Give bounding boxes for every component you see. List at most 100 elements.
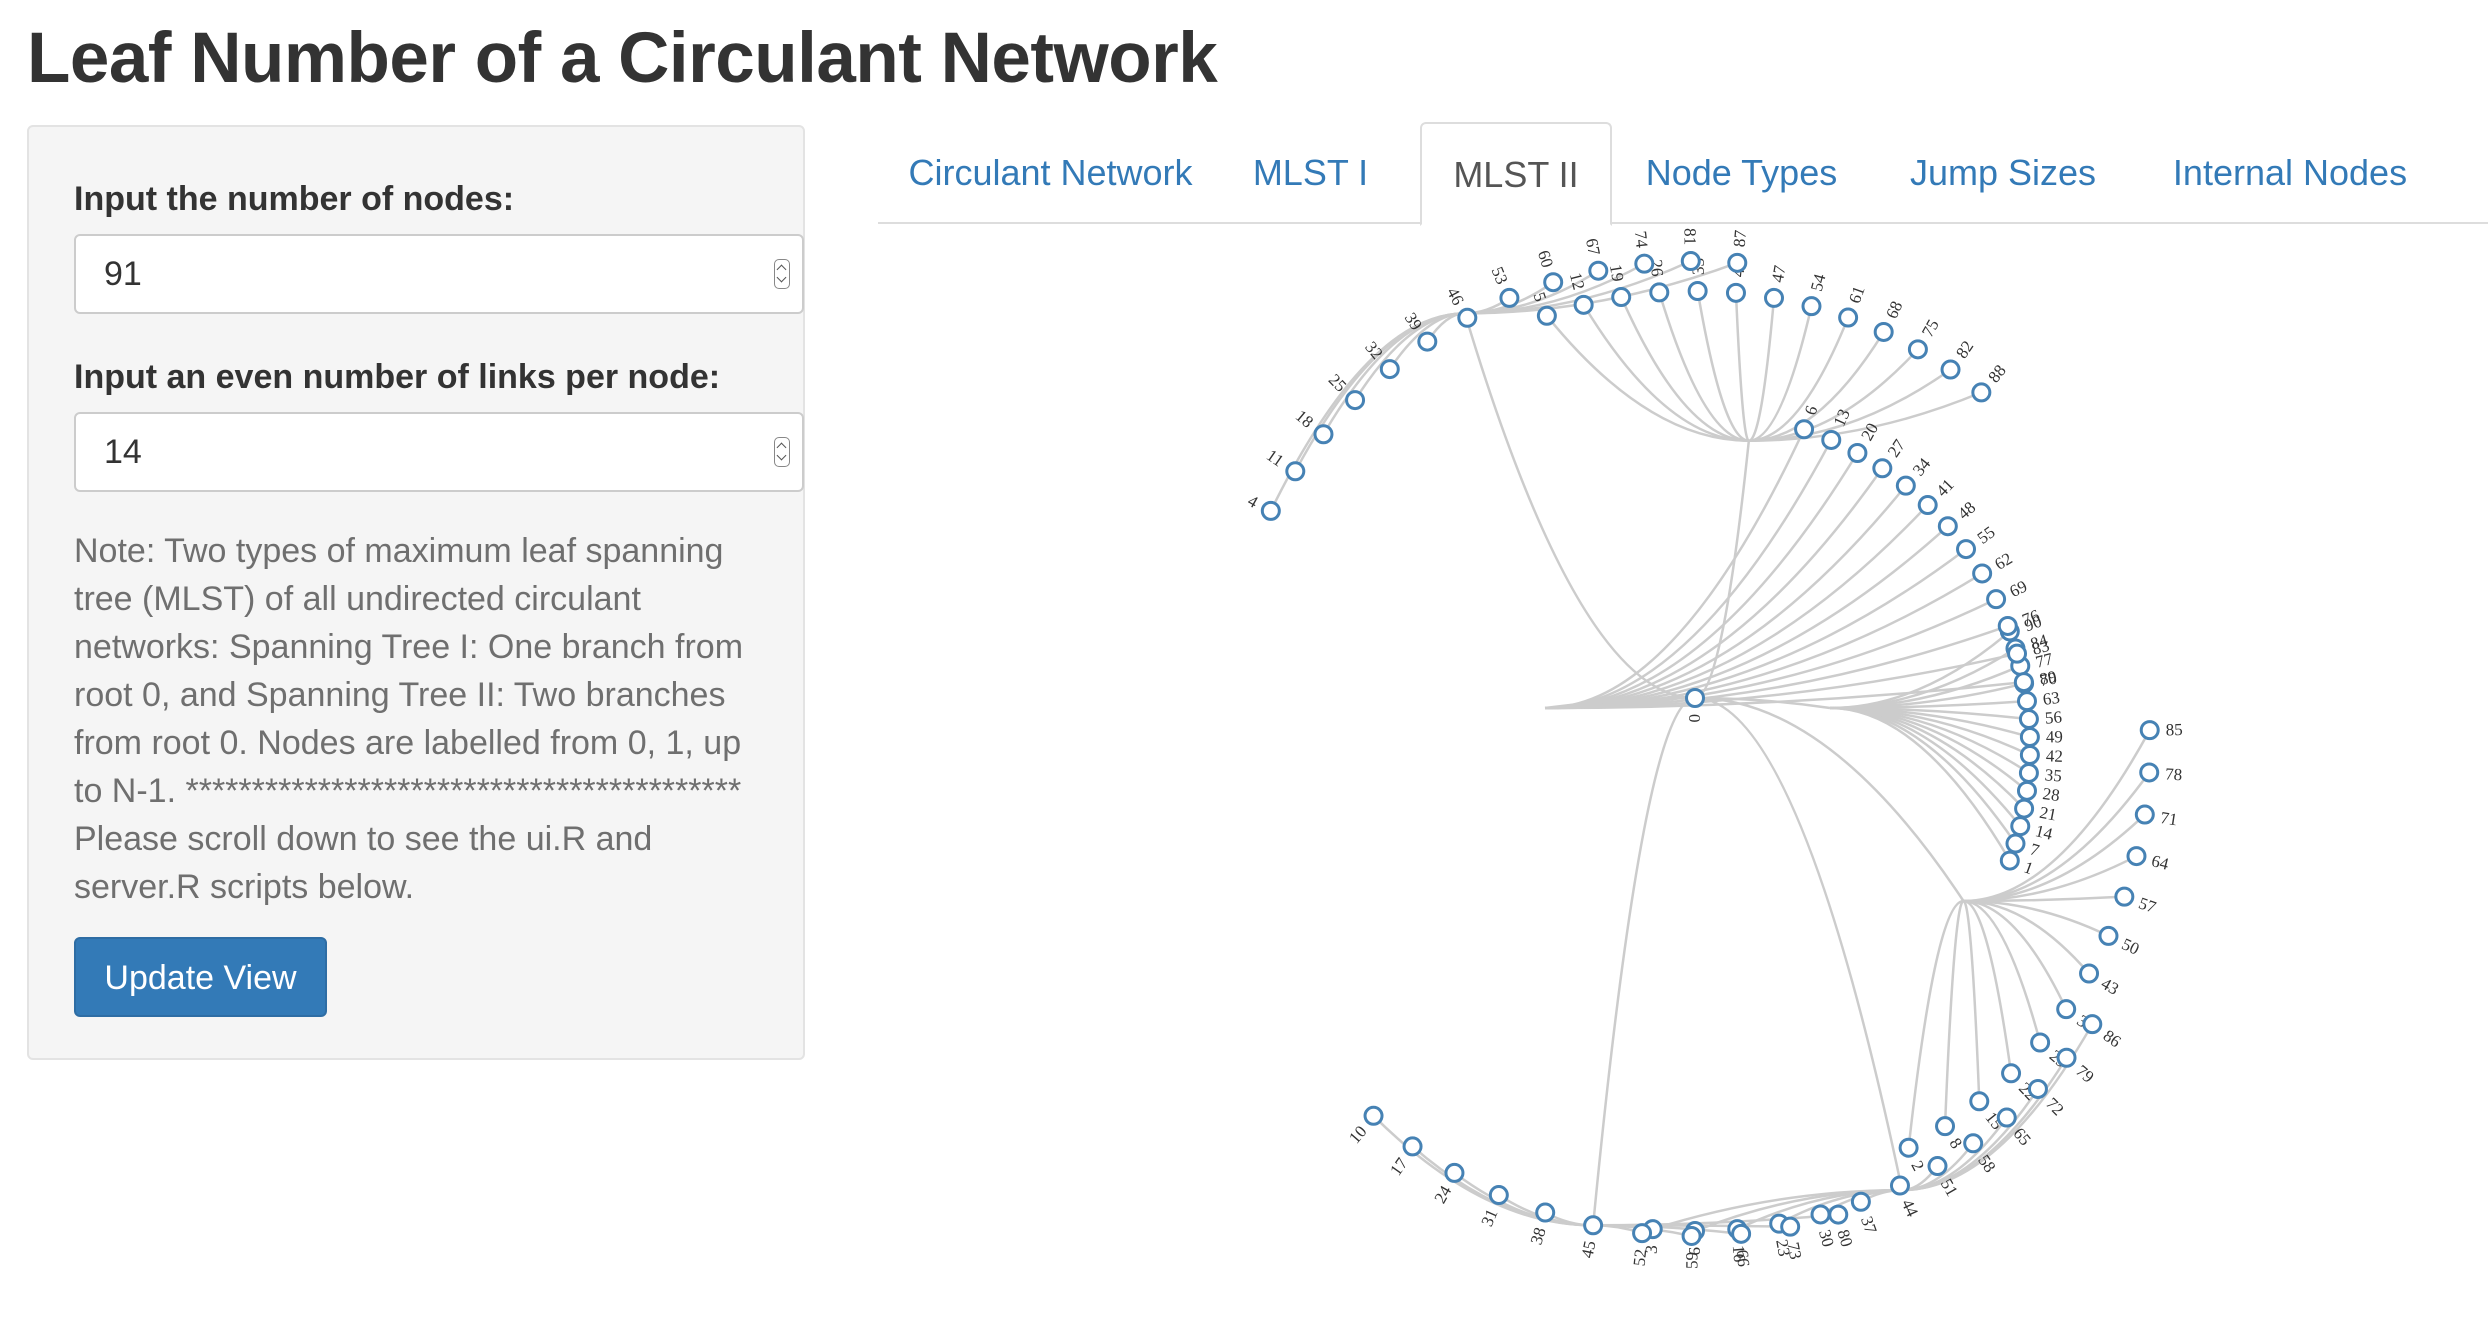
tree-node-circle[interactable] <box>1956 539 1977 560</box>
tree-node[interactable]: 68 <box>1873 298 1906 342</box>
tree-node-circle[interactable] <box>1780 1216 1801 1237</box>
tree-node-circle[interactable] <box>1927 1156 1948 1177</box>
tree-node[interactable]: 54 <box>1801 271 1830 317</box>
tree-node-circle[interactable] <box>2027 1078 2048 1099</box>
tree-node-circle[interactable] <box>1872 458 1893 479</box>
tree-node-circle[interactable] <box>2007 643 2028 664</box>
tree-node-circle[interactable] <box>1727 252 1748 273</box>
tree-node[interactable]: 85 <box>2139 720 2183 741</box>
tree-node-circle[interactable] <box>1764 287 1785 308</box>
tree-node[interactable]: 60 <box>1534 248 1564 293</box>
tree-node[interactable]: 47 <box>1764 263 1790 308</box>
tree-node[interactable]: 43 <box>2079 963 2123 999</box>
tree-node-circle[interactable] <box>2014 798 2035 819</box>
tree-node[interactable]: 82 <box>1940 337 1977 380</box>
tree-node[interactable]: 62 <box>1972 549 2016 584</box>
tree-node-circle[interactable] <box>1687 281 1708 302</box>
tree-node-circle[interactable] <box>1972 563 1993 584</box>
tree-node-circle[interactable] <box>2082 1014 2103 1035</box>
tree-node-circle[interactable] <box>1313 424 1334 445</box>
tree-node-circle[interactable] <box>1725 282 1746 303</box>
tree-node-circle[interactable] <box>1632 1223 1653 1244</box>
tree-node-circle[interactable] <box>1680 251 1701 272</box>
tree-node-circle[interactable] <box>2139 762 2160 783</box>
tree-node-circle[interactable] <box>1535 1202 1556 1223</box>
tree-node-circle[interactable] <box>1285 461 1306 482</box>
tree-node[interactable]: 11 <box>1263 446 1306 482</box>
tree-node-circle[interactable] <box>1873 321 1894 342</box>
tree-node-circle[interactable] <box>1379 359 1400 380</box>
tree-node[interactable]: 37 <box>1850 1191 1881 1237</box>
tree-node[interactable]: 35 <box>2018 762 2063 786</box>
tree-node-circle[interactable] <box>1937 516 1958 537</box>
tree-node-circle[interactable] <box>1940 359 1961 380</box>
tree-node-circle[interactable] <box>2098 925 2119 946</box>
tree-node-circle[interactable] <box>2056 999 2077 1020</box>
tree-node[interactable]: 49 <box>2019 727 2063 748</box>
tree-node-circle[interactable] <box>1536 305 1557 326</box>
tree-node-circle[interactable] <box>1444 1162 1465 1183</box>
tree-node-circle[interactable] <box>1917 495 1938 516</box>
tree-node[interactable]: 57 <box>2114 886 2159 917</box>
tree-node[interactable]: 44 <box>1889 1175 1922 1220</box>
tree-node-circle[interactable] <box>1794 419 1815 440</box>
tree-node-circle[interactable] <box>1402 1136 1423 1157</box>
tree-node-circle[interactable] <box>1821 429 1842 450</box>
tree-node-circle[interactable] <box>1997 615 2018 636</box>
tree-node-circle[interactable] <box>2134 804 2155 825</box>
tree-node-circle[interactable] <box>1499 287 1520 308</box>
tree-node[interactable]: 61 <box>1838 283 1869 328</box>
tree-node-circle[interactable] <box>1907 339 1928 360</box>
tree-node-circle[interactable] <box>1986 589 2007 610</box>
tree-node-circle[interactable] <box>1573 294 1594 315</box>
tree-node-circle[interactable] <box>1417 331 1438 352</box>
tree-node-circle[interactable] <box>2001 1063 2022 1084</box>
tree-node-circle[interactable] <box>2056 1047 2077 1068</box>
tree-node[interactable]: 41 <box>1917 475 1958 516</box>
tree-node[interactable]: 45 <box>1577 1215 1604 1260</box>
tree-node-circle[interactable] <box>1889 1175 1910 1196</box>
tree-node-circle[interactable] <box>2079 963 2100 984</box>
tree-node-circle[interactable] <box>1685 688 1705 708</box>
tree-node-circle[interactable] <box>2019 727 2040 748</box>
tree-node[interactable]: 74 <box>1631 230 1655 274</box>
tree-node-circle[interactable] <box>1731 1223 1752 1244</box>
tree-node-circle[interactable] <box>1611 287 1632 308</box>
tree-node[interactable]: 10 <box>1345 1105 1384 1147</box>
tree-node-circle[interactable] <box>1847 443 1868 464</box>
tree-node-circle[interactable] <box>2018 709 2039 730</box>
tree-node-circle[interactable] <box>1898 1137 1919 1158</box>
tree-node-circle[interactable] <box>1543 272 1564 293</box>
tree-node-circle[interactable] <box>1634 253 1655 274</box>
tree-node-circle[interactable] <box>1850 1191 1871 1212</box>
tree-node-circle[interactable] <box>2019 744 2040 765</box>
tree-node-circle[interactable] <box>1488 1185 1509 1206</box>
tree-node[interactable]: 38 <box>1527 1202 1556 1247</box>
tree-node[interactable]: 42 <box>2019 744 2063 766</box>
tree-node[interactable]: 69 <box>1986 577 2031 610</box>
tree-node-circle[interactable] <box>1345 390 1366 411</box>
tree-node-circle[interactable] <box>1963 1133 1984 1154</box>
tree-node[interactable]: 81 <box>1680 228 1701 272</box>
tree-node-circle[interactable] <box>1363 1105 1384 1126</box>
tree-node[interactable]: 50 <box>2098 925 2142 959</box>
tree-node[interactable]: 34 <box>1895 454 1935 496</box>
tree-node-circle[interactable] <box>2030 1032 2051 1053</box>
tree-node-circle[interactable] <box>2016 780 2037 801</box>
tree-node[interactable]: 17 <box>1386 1136 1423 1179</box>
tree-node-circle[interactable] <box>2005 833 2026 854</box>
tree-node-circle[interactable] <box>1681 1225 1702 1246</box>
tree-node-circle[interactable] <box>1810 1204 1831 1225</box>
tree-node[interactable]: 78 <box>2139 762 2183 784</box>
tree-node[interactable]: 2 <box>1898 1137 1928 1174</box>
tree-node[interactable]: 27 <box>1872 435 1910 479</box>
tree-node-circle[interactable] <box>1935 1116 1956 1137</box>
tree-node-circle[interactable] <box>2018 762 2039 783</box>
tree-node-circle[interactable] <box>1971 382 1992 403</box>
tree-node[interactable]: 55 <box>1956 522 1999 560</box>
tree-node-circle[interactable] <box>1583 1215 1604 1236</box>
tree-node[interactable]: 53 <box>1488 264 1520 308</box>
tree-node-circle[interactable] <box>1969 1091 1990 1112</box>
tree-node-circle[interactable] <box>2016 691 2037 712</box>
tree-node[interactable]: 64 <box>2126 846 2171 874</box>
